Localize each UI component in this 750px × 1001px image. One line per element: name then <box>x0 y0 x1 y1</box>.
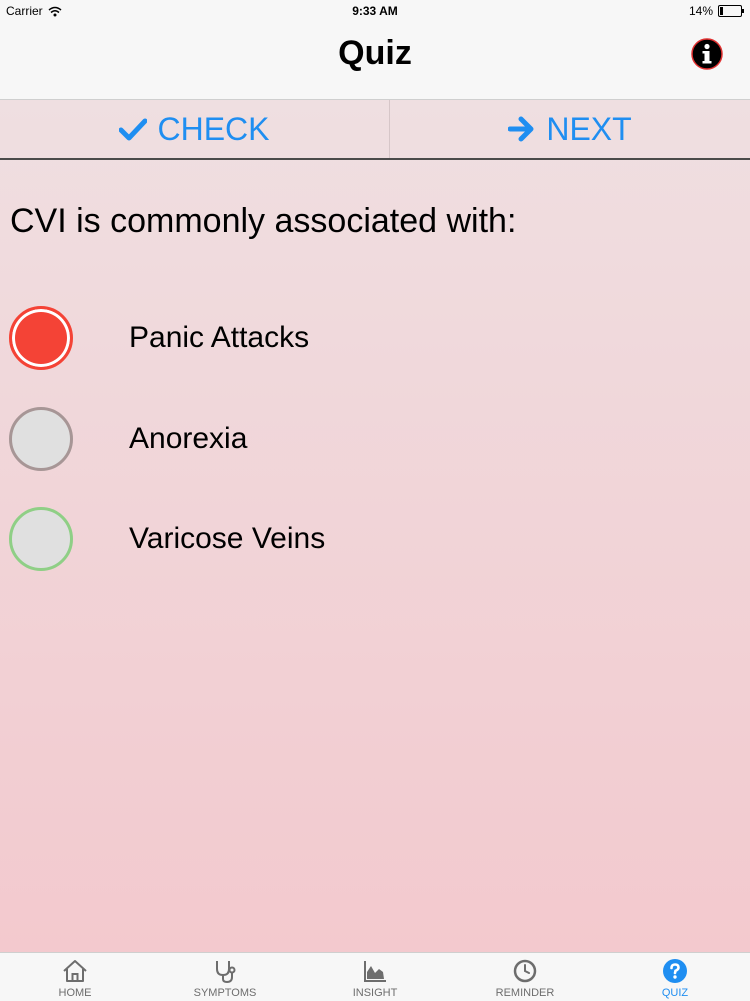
next-label: NEXT <box>546 110 632 147</box>
option-label: Anorexia <box>129 422 248 455</box>
tab-bar: HOME SYMPTOMS INSIGHT REMINDER QUIZ <box>0 952 750 1001</box>
nav-bar: Quiz <box>0 22 750 100</box>
status-time: 9:33 AM <box>352 4 398 18</box>
option-label: Varicose Veins <box>129 522 326 555</box>
question-icon <box>663 959 687 983</box>
info-icon[interactable] <box>690 37 724 71</box>
option-label: Panic Attacks <box>129 321 310 354</box>
tab-label: SYMPTOMS <box>193 987 257 999</box>
page-title: Quiz <box>338 34 412 72</box>
option-anorexia[interactable]: Anorexia <box>9 404 709 474</box>
action-bar: CHECK NEXT <box>0 100 750 160</box>
status-bar: Carrier 9:33 AM 14% <box>0 0 750 22</box>
battery-info: 14% <box>688 4 744 18</box>
question-text: CVI is commonly associated with: <box>10 202 517 240</box>
radio-button[interactable] <box>9 407 73 471</box>
quiz-content: CHECK NEXT CVI is commonly associated wi… <box>0 100 750 952</box>
next-button[interactable]: NEXT <box>390 100 750 158</box>
home-icon <box>63 960 87 982</box>
battery-percent: 14% <box>688 4 713 18</box>
tab-insight[interactable]: INSIGHT <box>300 953 450 1001</box>
option-panic-attacks[interactable]: Panic Attacks <box>9 303 709 373</box>
option-varicose-veins[interactable]: Varicose Veins <box>9 504 709 574</box>
tab-label: HOME <box>58 987 92 999</box>
check-label: CHECK <box>157 110 270 147</box>
radio-button-selected[interactable] <box>9 306 73 370</box>
tab-reminder[interactable]: REMINDER <box>450 953 600 1001</box>
arrow-right-icon <box>508 116 534 142</box>
stethoscope-icon <box>216 961 236 984</box>
tab-home[interactable]: HOME <box>0 953 150 1001</box>
battery-icon <box>718 5 744 17</box>
tab-label: QUIZ <box>661 987 689 999</box>
tab-quiz[interactable]: QUIZ <box>600 953 750 1001</box>
tab-symptoms[interactable]: SYMPTOMS <box>150 953 300 1001</box>
radio-button[interactable] <box>9 507 73 571</box>
tab-label: INSIGHT <box>352 987 398 999</box>
chart-icon <box>364 961 386 982</box>
clock-icon <box>513 959 537 983</box>
check-button[interactable]: CHECK <box>0 100 389 158</box>
checkmark-icon <box>119 118 148 141</box>
tab-label: REMINDER <box>495 987 555 999</box>
